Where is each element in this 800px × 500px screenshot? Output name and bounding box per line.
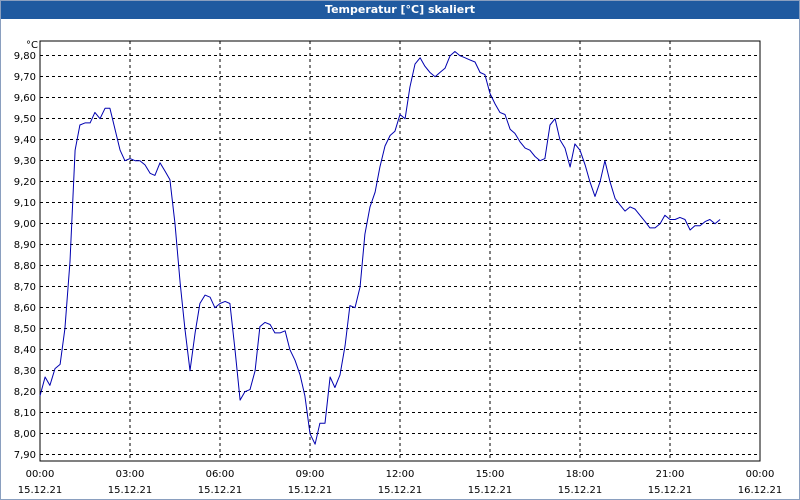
y-tick-label: 8,10 [14,408,36,419]
x-tick-date-label: 15.12.21 [18,485,63,496]
x-tick-time-label: 21:00 [656,469,685,480]
x-tick-date-label: 15.12.21 [198,485,243,496]
x-tick-date-label: 15.12.21 [108,485,153,496]
grid-lines [40,41,760,461]
y-tick-label: 9,00 [14,219,36,230]
y-tick-label: 8,40 [14,345,36,356]
y-tick-label: 9,60 [14,93,36,104]
y-tick-label: 8,20 [14,387,36,398]
x-tick-time-label: 03:00 [116,469,145,480]
x-tick-date-label: 15.12.21 [378,485,423,496]
x-tick-date-label: 15.12.21 [288,485,333,496]
chart-canvas: °C 9,80 9,70 9,60 9,50 9,40 9,30 9,20 9,10 9,00 8… [14,40,783,496]
x-tick-time-label: 09:00 [296,469,325,480]
y-tick-label: 9,30 [14,156,36,167]
x-tick-date-label: 15.12.21 [468,485,513,496]
y-tick-label: 9,20 [14,177,36,188]
y-tick-label: 9,10 [14,198,36,209]
x-tick-time-label: 15:00 [476,469,505,480]
x-tick-time-label: 00:00 [746,469,775,480]
y-tick-label: 9,70 [14,72,36,83]
y-tick-label: 9,50 [14,114,36,125]
y-tick-label: 8,70 [14,282,36,293]
x-tick-time-label: 00:00 [26,469,55,480]
series-layer [39,51,721,445]
x-tick-date-label: 15.12.21 [558,485,603,496]
y-tick-label: 8,60 [14,303,36,314]
x-tick-date-label: 15.12.21 [648,485,693,496]
x-tick-time-label: 06:00 [206,469,235,480]
temperature-series-line [39,51,721,445]
y-tick-label: 8,90 [14,240,36,251]
x-tick-date-label: 16.12.21 [738,485,783,496]
y-tick-label: 8,80 [14,261,36,272]
y-tick-label: 8,50 [14,324,36,335]
x-tick-time-label: 12:00 [386,469,415,480]
y-tick-labels: 9,80 9,70 9,60 9,50 9,40 9,30 9,20 9,10 9,00 8,90… [14,51,36,461]
y-tick-label: 7,90 [14,450,36,461]
x-tick-time-label: 18:00 [566,469,595,480]
x-tick-labels: 00:00 15.12.21 03:00 15.12.21 06:00 15.12.21 0… [18,469,783,496]
y-tick-label: 8,30 [14,366,36,377]
y-tick-label: 8,00 [14,429,36,440]
y-tick-label: 9,80 [14,51,36,62]
y-axis-unit: °C [26,40,38,51]
y-tick-label: 9,40 [14,135,36,146]
